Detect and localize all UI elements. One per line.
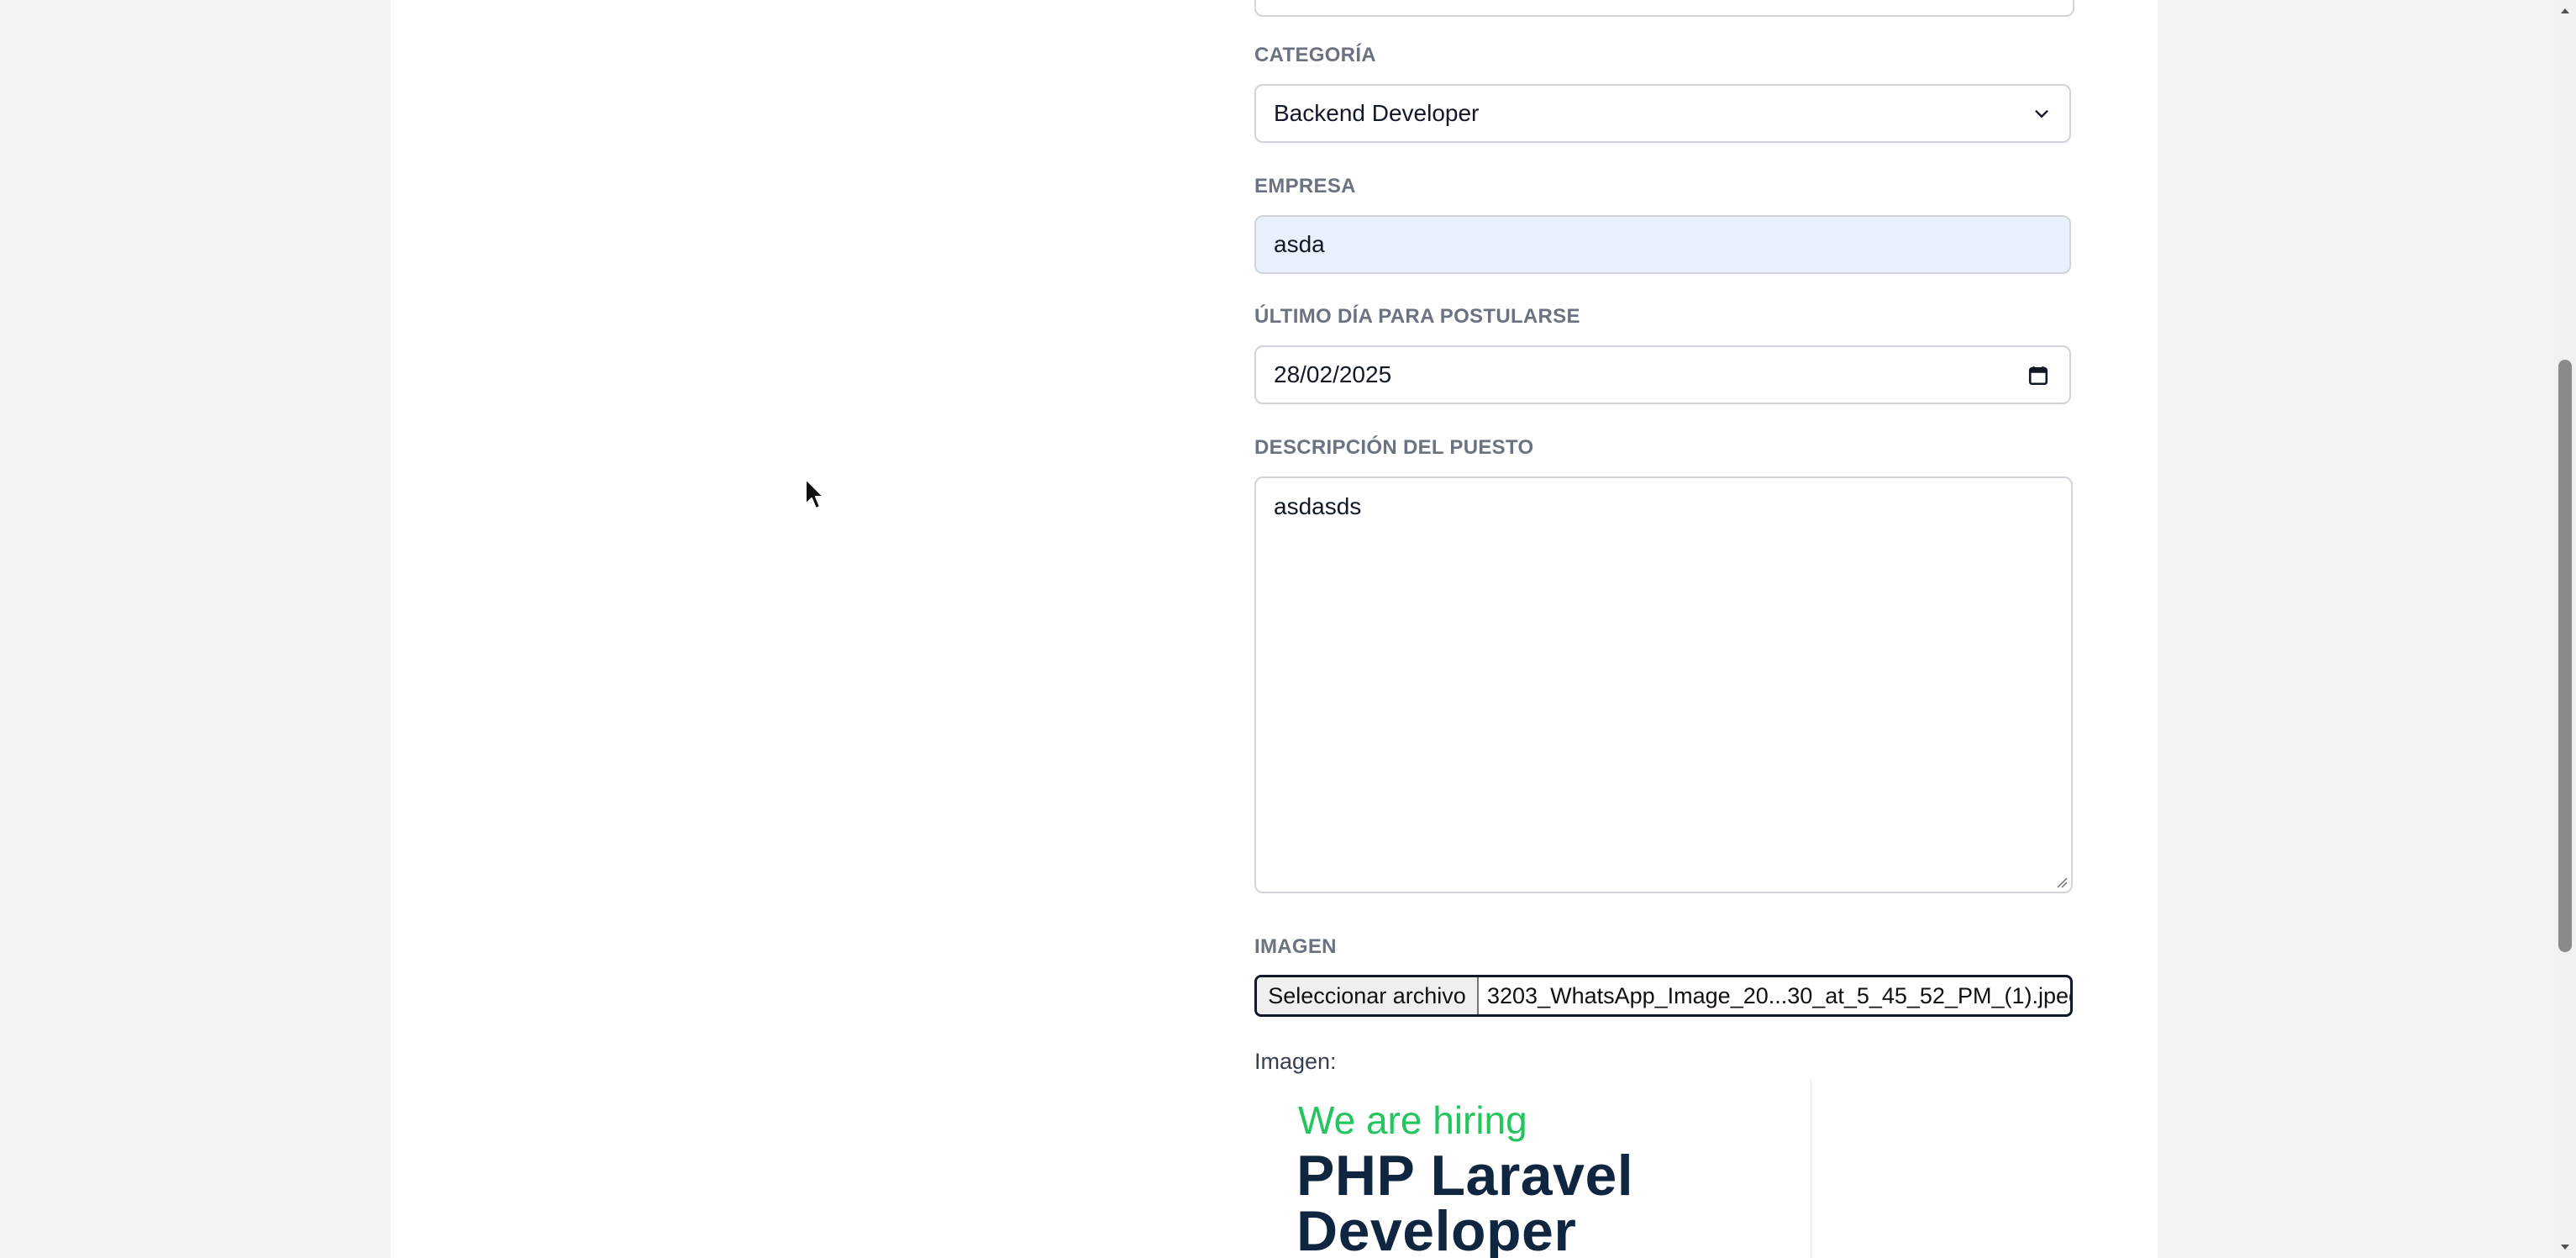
preview-title-line2: Developer [1296,1199,1577,1258]
categoria-label: CATEGORÍA [1254,44,1376,66]
page: CATEGORÍA Backend Developer EMPRESA asda… [0,0,2576,1258]
ultimo-dia-date-input[interactable]: 28/02/2025 [1254,345,2071,404]
categoria-select[interactable]: Backend Developer [1254,84,2071,143]
resize-grip-icon[interactable] [2054,875,2068,888]
imagen-file-input[interactable]: Seleccionar archivo 3203_WhatsApp_Image_… [1254,975,2073,1017]
empresa-label: EMPRESA [1254,175,1356,197]
scrollbar-thumb[interactable] [2558,360,2572,952]
ultimo-dia-label: ÚLTIMO DÍA PARA POSTULARSE [1254,305,1580,328]
imagen-label: IMAGEN [1254,935,1337,958]
previous-field[interactable] [1254,0,2074,17]
descripcion-label: DESCRIPCIÓN DEL PUESTO [1254,436,1534,459]
scroll-up-arrow-icon[interactable] [2559,5,2571,17]
descripcion-value: asdasds [1274,493,1362,519]
empresa-input[interactable]: asda [1254,215,2071,274]
empresa-value: asda [1274,231,1325,257]
calendar-icon[interactable] [2027,365,2049,387]
chevron-down-icon [2035,110,2048,118]
categoria-value: Backend Developer [1274,100,1480,126]
selected-file-name: 3203_WhatsApp_Image_20...30_at_5_45_52_P… [1487,983,2073,1008]
scroll-down-arrow-icon[interactable] [2559,1241,2571,1253]
image-preview-label: Imagen: [1254,1049,1337,1074]
preview-hiring-text: We are hiring [1298,1098,1527,1142]
select-file-button[interactable]: Seleccionar archivo [1257,977,1479,1014]
descripcion-textarea[interactable]: asdasds [1254,476,2073,893]
ultimo-dia-value: 28/02/2025 [1274,361,1392,387]
vertical-scrollbar[interactable] [2554,0,2576,1258]
mouse-cursor-icon [805,478,824,509]
form-card: CATEGORÍA Backend Developer EMPRESA asda… [391,0,2158,1258]
image-preview: We are hiring PHP Laravel Developer [1254,1079,1811,1258]
